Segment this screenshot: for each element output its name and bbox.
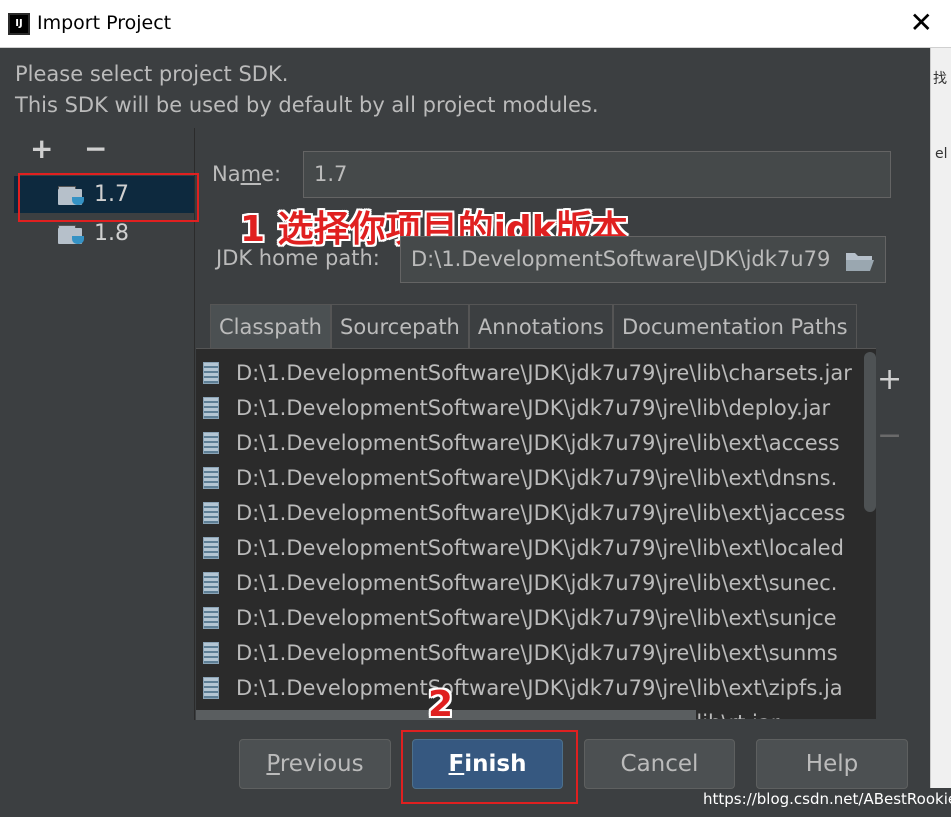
list-item[interactable]: D:\1.DevelopmentSoftware\JDK\jdk7u79\jre… bbox=[196, 425, 866, 460]
jar-icon bbox=[203, 396, 219, 419]
header-line-2: This SDK will be used by default by all … bbox=[15, 93, 599, 117]
tab-documentation-paths[interactable]: Documentation Paths bbox=[612, 304, 857, 348]
add-sdk-button[interactable]: + bbox=[30, 132, 53, 165]
close-icon[interactable]: ✕ bbox=[910, 6, 933, 39]
list-item[interactable]: D:\1.DevelopmentSoftware\JDK\jdk7u79\jre… bbox=[196, 635, 866, 670]
watermark: https://blog.csdn.net/ABestRookie bbox=[703, 790, 951, 808]
jar-icon bbox=[203, 431, 219, 454]
jar-icon bbox=[203, 571, 219, 594]
jdk-folder-icon bbox=[58, 224, 86, 244]
sdk-item-label: 1.8 bbox=[94, 221, 129, 246]
annotation-box-finish bbox=[401, 730, 578, 804]
vertical-scrollbar[interactable] bbox=[864, 352, 876, 512]
tab-sourcepath[interactable]: Sourcepath bbox=[331, 304, 469, 348]
classpath-list[interactable]: D:\1.DevelopmentSoftware\JDK\jdk7u79\jre… bbox=[196, 348, 876, 719]
list-item[interactable]: D:\1.DevelopmentSoftware\JDK\jdk7u79\jre… bbox=[196, 390, 866, 425]
jar-icon bbox=[203, 641, 219, 664]
background-window-edge: 找 el bbox=[930, 48, 951, 788]
name-field[interactable]: 1.7 bbox=[303, 151, 891, 198]
list-item[interactable]: D:\1.DevelopmentSoftware\JDK\jdk7u79\jre… bbox=[196, 460, 866, 495]
jar-icon bbox=[203, 536, 219, 559]
annotation-step-2: 2 bbox=[428, 684, 454, 725]
jar-icon bbox=[203, 361, 219, 384]
window-title: Import Project bbox=[37, 12, 172, 34]
cancel-button[interactable]: Cancel bbox=[584, 739, 735, 789]
jdk-home-label: JDK home path: bbox=[216, 246, 380, 270]
background-fragment: 找 bbox=[933, 71, 947, 87]
remove-sdk-button[interactable]: − bbox=[84, 132, 107, 165]
list-item[interactable]: D:\1.DevelopmentSoftware\JDK\jdk7u79\jre… bbox=[196, 670, 866, 705]
intellij-logo-icon: IJ bbox=[6, 11, 32, 37]
tab-annotations[interactable]: Annotations bbox=[468, 304, 613, 348]
jar-icon bbox=[203, 466, 219, 489]
folder-open-icon bbox=[838, 241, 882, 281]
path-tabs: Classpath Sourcepath Annotations Documen… bbox=[210, 304, 857, 348]
browse-folder-button[interactable] bbox=[838, 241, 882, 281]
jar-icon bbox=[203, 676, 219, 699]
list-item[interactable]: D:\1.DevelopmentSoftware\JDK\jdk7u79\jre… bbox=[196, 600, 866, 635]
remove-path-button[interactable]: − bbox=[877, 418, 902, 453]
name-label: Name: bbox=[212, 162, 282, 186]
background-fragment: el bbox=[935, 146, 948, 162]
title-bar: IJ Import Project ✕ bbox=[0, 0, 951, 48]
list-item[interactable]: D:\1.DevelopmentSoftware\JDK\jdk7u79\jre… bbox=[196, 355, 866, 390]
list-item[interactable]: D:\1.DevelopmentSoftware\JDK\jdk7u79\jre… bbox=[196, 495, 866, 530]
header-line-1: Please select project SDK. bbox=[15, 62, 289, 86]
jdk-home-path-field[interactable]: D:\1.DevelopmentSoftware\JDK\jdk7u79 bbox=[400, 236, 886, 283]
list-item[interactable]: D:\1.DevelopmentSoftware\JDK\jdk7u79\jre… bbox=[196, 565, 866, 600]
help-button[interactable]: Help bbox=[756, 739, 908, 789]
jar-icon bbox=[203, 501, 219, 524]
add-path-button[interactable]: + bbox=[877, 362, 902, 397]
annotation-box-sdk bbox=[18, 173, 199, 222]
previous-button[interactable]: Previous bbox=[239, 739, 391, 789]
tab-classpath[interactable]: Classpath bbox=[210, 304, 331, 348]
list-item[interactable]: D:\1.DevelopmentSoftware\JDK\jdk7u79\jre… bbox=[196, 530, 866, 565]
jar-icon bbox=[203, 606, 219, 629]
